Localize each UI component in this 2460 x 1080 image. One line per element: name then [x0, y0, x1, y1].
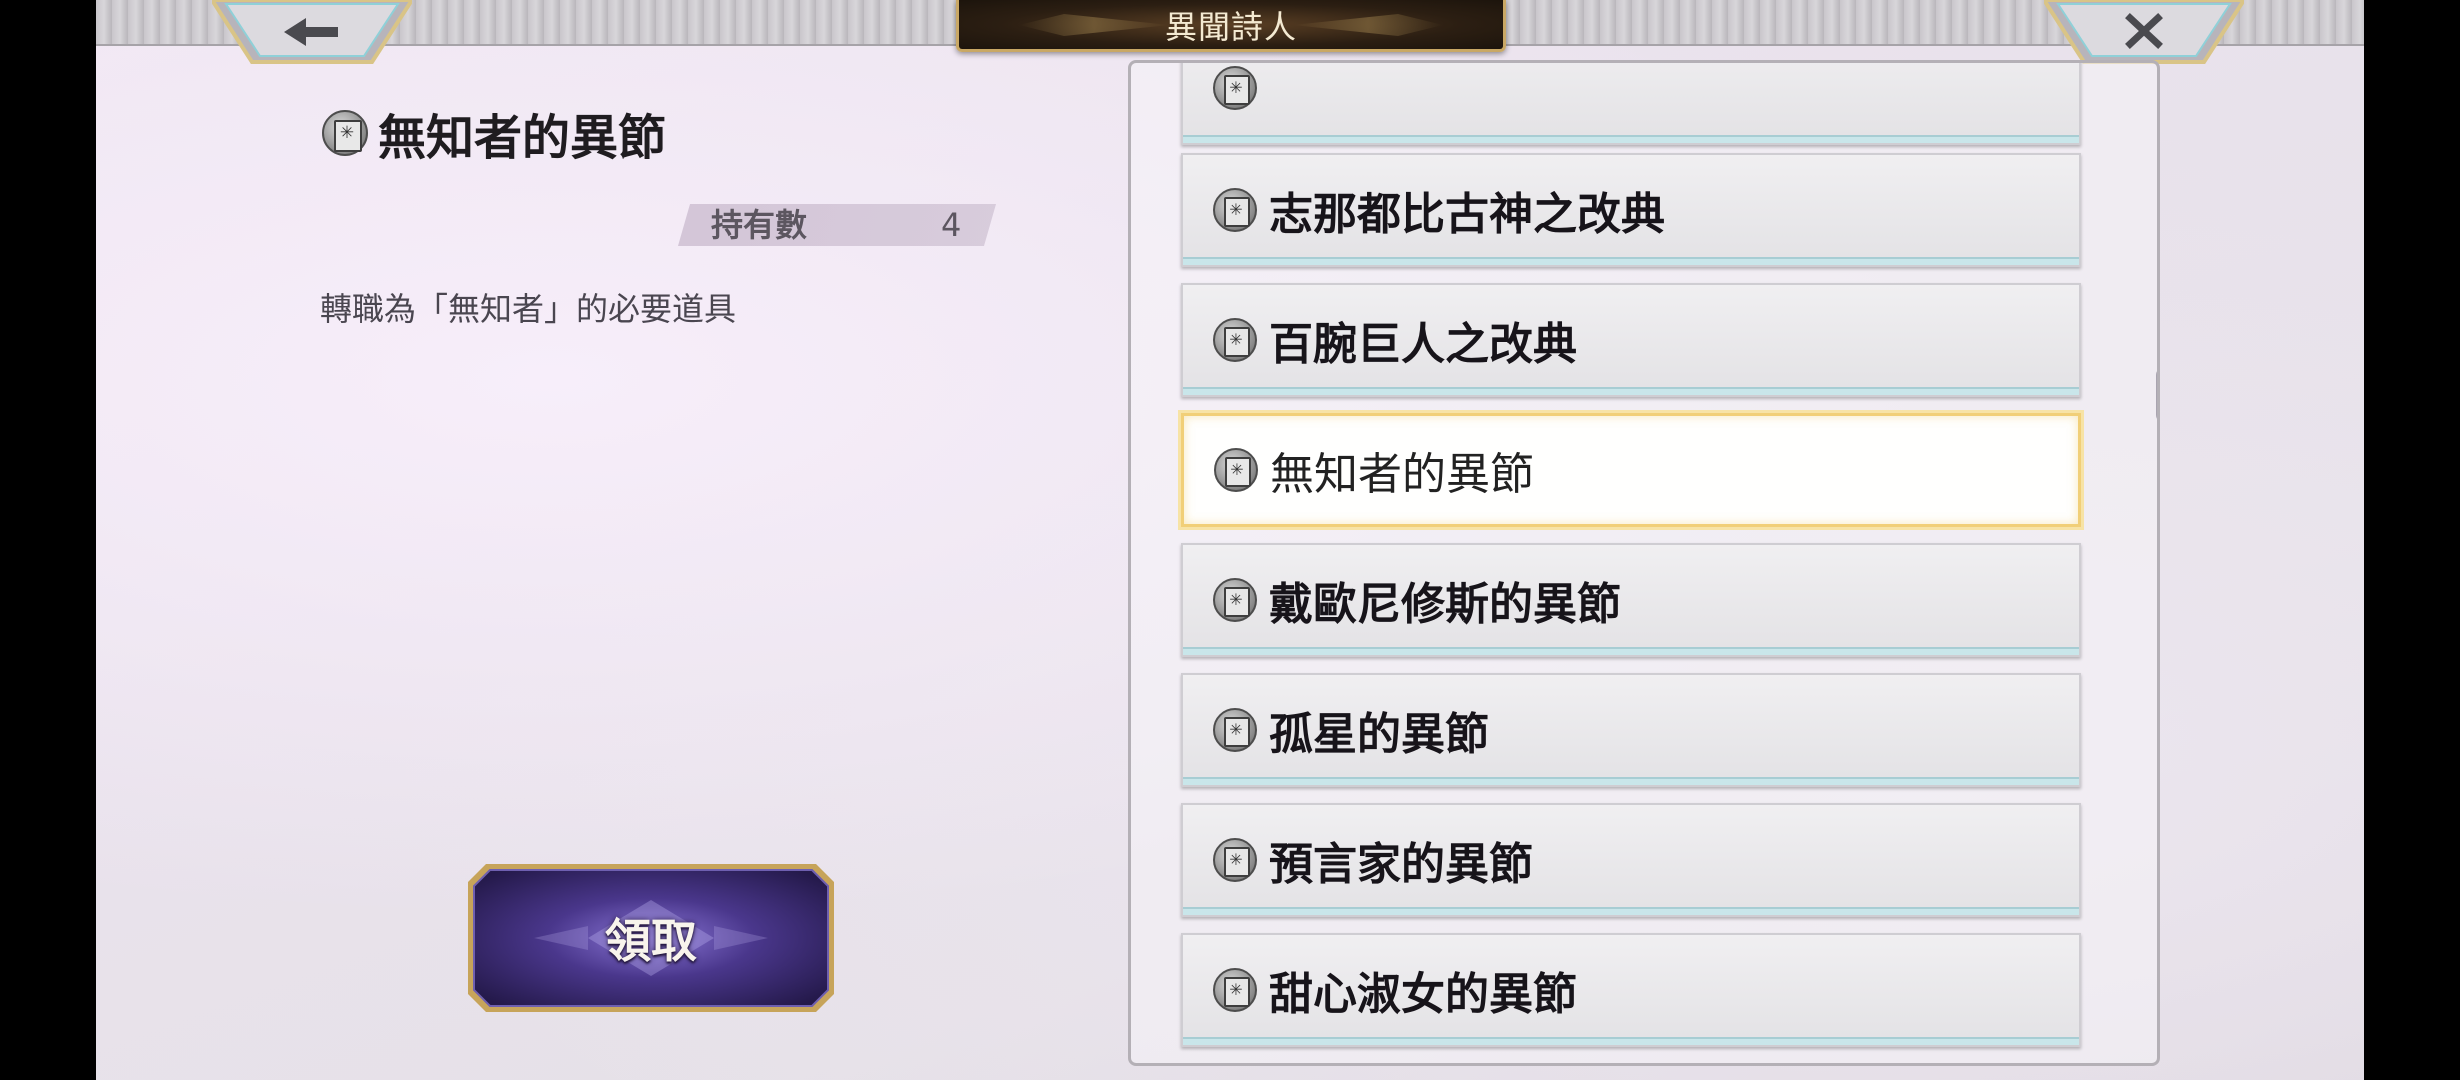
- list-item-label: 戴歐尼修斯的異節: [1269, 579, 1621, 630]
- book-icon: [1214, 448, 1258, 492]
- list-item-label: 百腕巨人之改典: [1269, 319, 1577, 370]
- list-item[interactable]: 甜心淑女的異節: [1181, 933, 2081, 1047]
- list-item[interactable]: 無知者的異節: [1181, 413, 2081, 527]
- screen-title: 異聞詩人: [1164, 7, 1297, 46]
- book-icon: [1213, 968, 1257, 1012]
- back-button[interactable]: [212, 0, 412, 66]
- book-icon: [1213, 838, 1257, 882]
- book-icon: [322, 110, 368, 156]
- owned-label: 持有數: [711, 206, 808, 244]
- list-scrollbar[interactable]: [2156, 99, 2160, 1033]
- list-item[interactable]: [1181, 63, 2081, 145]
- list-item[interactable]: 志那都比古神之改典: [1181, 153, 2081, 267]
- scrollbar-track: [2159, 99, 2160, 1033]
- book-icon: [1213, 708, 1257, 752]
- list-item-label: 志那都比古神之改典: [1269, 189, 1665, 240]
- list-item[interactable]: 預言家的異節: [1181, 803, 2081, 917]
- scrollbar-thumb[interactable]: [2156, 367, 2157, 423]
- book-icon: [1213, 66, 1257, 110]
- claim-button[interactable]: 領取: [464, 860, 838, 1016]
- owned-count: 4: [941, 206, 962, 244]
- back-button-frame: [212, 0, 412, 64]
- list-item-label: 孤星的異節: [1269, 709, 1489, 760]
- book-icon: [1213, 318, 1257, 362]
- claim-button-label: 領取: [605, 914, 697, 968]
- close-button-frame: [2044, 0, 2244, 64]
- item-detail-header: 無知者的異節: [322, 98, 666, 168]
- item-list-panel: 志那都比古神之改典百腕巨人之改典無知者的異節戴歐尼修斯的異節孤星的異節預言家的異…: [1128, 60, 2160, 1066]
- item-description: 轉職為「無知者」的必要道具: [320, 290, 737, 328]
- close-button[interactable]: [2044, 0, 2244, 66]
- book-icon: [1213, 578, 1257, 622]
- screen-title-plate: 異聞詩人: [956, 0, 1506, 52]
- list-item[interactable]: 戴歐尼修斯的異節: [1181, 543, 2081, 657]
- item-title: 無知者的異節: [378, 110, 667, 166]
- list-item-label: 無知者的異節: [1270, 449, 1534, 500]
- game-screen: 異聞詩人 無知者的異節 持有數 4 轉職為「無知者」的必要道具: [96, 0, 2364, 1080]
- list-item-label: 預言家的異節: [1269, 839, 1533, 890]
- book-icon: [1213, 188, 1257, 232]
- list-item-label: 甜心淑女的異節: [1269, 969, 1577, 1020]
- list-item[interactable]: 孤星的異節: [1181, 673, 2081, 787]
- list-item[interactable]: 百腕巨人之改典: [1181, 283, 2081, 397]
